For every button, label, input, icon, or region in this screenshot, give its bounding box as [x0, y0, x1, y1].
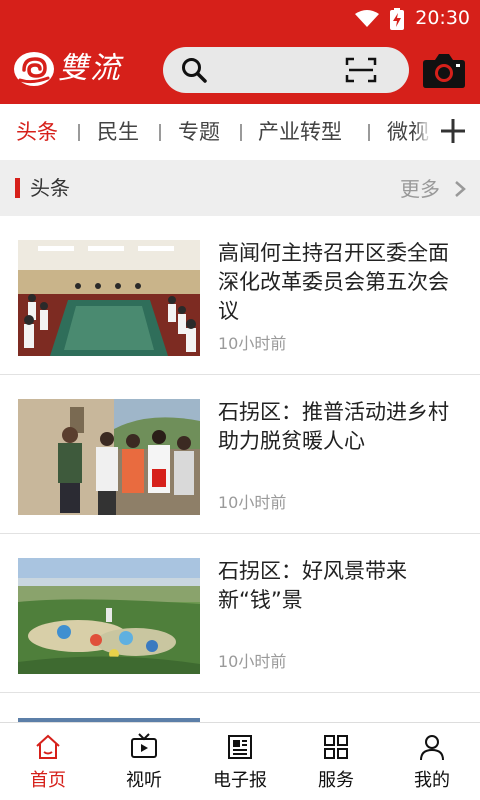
news-time: 10小时前: [218, 652, 287, 671]
nav-services[interactable]: 服务: [288, 723, 384, 800]
bottom-nav: 首页 视听 电子报 服务 我的: [0, 722, 480, 800]
conference-meeting-photo: [18, 240, 200, 356]
tv-icon: [131, 733, 157, 758]
nav-home-label: 首页: [30, 770, 66, 791]
camera-icon[interactable]: [422, 50, 466, 90]
app-logo-text: 雙流: [58, 51, 122, 86]
section-header: 头条 更多: [0, 160, 480, 216]
nav-profile[interactable]: 我的: [384, 723, 480, 800]
tab-headlines[interactable]: 头条: [16, 118, 58, 146]
app-logo[interactable]: 雙流: [12, 46, 142, 92]
swirl-logo-icon: [14, 52, 54, 86]
news-headline[interactable]: 石拐区：推普活动进乡村 助力脱贫暖人心: [218, 398, 466, 456]
nav-video-label: 视听: [126, 770, 162, 791]
grid-icon: [324, 735, 348, 759]
channel-tabs-track: 头条 民生 专题 产业转型 微视: [0, 104, 432, 160]
nav-epaper[interactable]: 电子报: [192, 723, 288, 800]
nav-services-label: 服务: [318, 770, 354, 791]
nav-video[interactable]: 视听: [96, 723, 192, 800]
tab-divider: [240, 124, 242, 141]
tab-topics[interactable]: 专题: [178, 118, 220, 146]
status-time: 20:30: [415, 7, 470, 29]
village-volunteers-photo: [18, 399, 200, 515]
news-time: 10小时前: [218, 493, 287, 512]
app-header: 雙流: [0, 36, 480, 104]
home-icon: [36, 734, 60, 759]
search-icon[interactable]: [181, 57, 207, 83]
nav-profile-label: 我的: [414, 770, 450, 791]
news-item[interactable]: 石拐区：好风景带来新“钱”景 10小时前: [0, 535, 480, 693]
section-accent-bar: [15, 178, 20, 198]
tab-industry[interactable]: 产业转型: [258, 118, 342, 146]
chevron-right-icon[interactable]: [453, 180, 467, 198]
tab-livelihood[interactable]: 民生: [97, 118, 139, 146]
tab-divider: [78, 124, 80, 141]
park-landscape-photo: [18, 558, 200, 674]
channel-tabs: 头条 民生 专题 产业转型 微视: [0, 104, 480, 160]
status-bar: 20:30: [0, 0, 480, 36]
news-headline[interactable]: 石拐区：好风景带来新“钱”景: [218, 557, 466, 615]
tab-divider: [368, 124, 370, 141]
search-bar[interactable]: [163, 47, 409, 93]
newspaper-icon: [228, 735, 252, 759]
news-headline[interactable]: 高闻何主持召开区委全面深化改革委员会第五次会议: [218, 239, 466, 326]
scan-icon[interactable]: [345, 57, 377, 83]
user-icon: [420, 735, 444, 761]
plus-icon[interactable]: [440, 118, 466, 144]
tab-divider: [159, 124, 161, 141]
section-title: 头条: [30, 176, 70, 200]
wifi-icon: [355, 10, 379, 27]
more-link[interactable]: 更多: [400, 175, 440, 203]
news-item[interactable]: 石拐区：推普活动进乡村 助力脱贫暖人心 10小时前: [0, 376, 480, 534]
nav-home[interactable]: 首页: [0, 723, 96, 800]
battery-charging-icon: [390, 8, 404, 30]
tabs-fade: [414, 104, 432, 160]
news-item[interactable]: 高闻何主持召开区委全面深化改革委员会第五次会议 10小时前: [0, 217, 480, 375]
nav-epaper-label: 电子报: [213, 770, 267, 791]
news-time: 10小时前: [218, 334, 287, 353]
